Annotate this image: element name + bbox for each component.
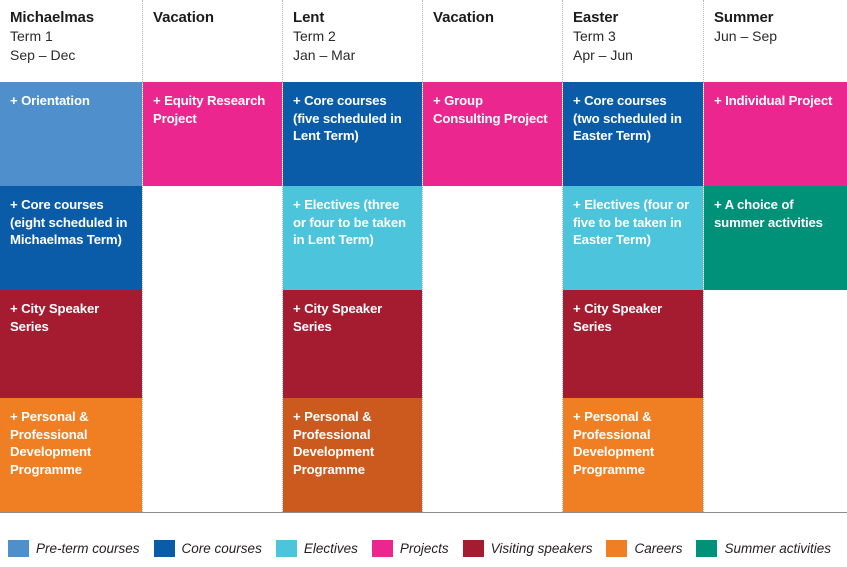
activity-cell-empty [704, 290, 847, 398]
legend-item-careers: Careers [606, 539, 683, 557]
activity-cell-projects[interactable]: + Individual Project [704, 82, 847, 186]
legend-swatch [153, 539, 175, 557]
activity-label: + Individual Project [714, 93, 833, 108]
calendar-column-5: + Individual Project + A choice of summer… [704, 82, 847, 512]
calendar-column-0: + Orientation + Core courses (eight sched… [0, 82, 143, 512]
activity-label: + Equity Research Project [153, 93, 266, 126]
activity-cell-electives[interactable]: + Electives (four or five to be taken in… [563, 186, 703, 290]
activity-cell-visiting-speakers[interactable]: + City Speaker Series [563, 290, 703, 398]
legend-label: Projects [399, 540, 449, 556]
legend-item-visiting-speakers: Visiting speakers [462, 539, 593, 557]
activity-label: + Core courses (five scheduled in Lent T… [293, 93, 402, 143]
activity-label: + Core courses (two scheduled in Easter … [573, 93, 682, 143]
calendar-header-row: Michaelmas Term 1 Sep – Dec Vacation Lent Ter… [0, 0, 847, 82]
activity-label: + Personal & Professional Development Pr… [293, 409, 375, 477]
activity-cell-empty [143, 290, 282, 398]
activity-label: + Personal & Professional Development Pr… [573, 409, 655, 477]
activity-cell-empty [143, 186, 282, 290]
term-name: Vacation [433, 9, 494, 26]
activity-label: + A choice of summer activities [714, 197, 823, 230]
legend: Pre-term courses Core courses Electives Pro… [8, 538, 845, 558]
activity-cell-core-courses[interactable]: + Core courses (two scheduled in Easter … [563, 82, 703, 186]
activity-label: + Personal & Professional Development Pr… [10, 409, 92, 477]
term-name: Summer [714, 9, 774, 26]
activity-cell-empty [423, 186, 562, 290]
term-name: Easter [573, 9, 619, 26]
activity-cell-empty [423, 398, 562, 512]
legend-swatch [462, 539, 484, 557]
legend-swatch [696, 539, 718, 557]
legend-label: Summer activities [724, 540, 831, 556]
term-name: Lent [293, 9, 325, 26]
term-number: Term 1 [10, 28, 53, 44]
legend-label: Careers [634, 540, 683, 556]
activity-label: + Electives (four or five to be taken in… [573, 197, 690, 247]
legend-item-core-courses: Core courses [153, 539, 262, 557]
activity-cell-empty [423, 290, 562, 398]
legend-swatch [8, 539, 29, 557]
header-cell-easter-4: Easter Term 3 Apr – Jun [563, 0, 704, 82]
calendar-grid-body: + Orientation + Core courses (eight sched… [0, 82, 847, 512]
term-number: Jun – Sep [714, 28, 778, 44]
legend-item-summer-activities: Summer activities [696, 539, 831, 557]
activity-cell-pre-term-courses[interactable]: + Orientation [0, 82, 142, 186]
header-cell-vacation-3: Vacation [423, 0, 563, 82]
calendar-column-2: + Core courses (five scheduled in Lent T… [283, 82, 423, 512]
calendar-column-3: + Group Consulting Project [423, 82, 563, 512]
legend-swatch [606, 539, 628, 557]
academic-year-calendar: Michaelmas Term 1 Sep – Dec Vacation Lent Ter… [0, 0, 847, 567]
header-cell-summer-5: Summer Jun – Sep [704, 0, 847, 82]
term-name: Michaelmas [10, 9, 95, 26]
activity-cell-visiting-speakers[interactable]: + City Speaker Series [0, 290, 142, 398]
legend-swatch [371, 539, 393, 557]
legend-label: Visiting speakers [490, 540, 593, 556]
activity-label: + Electives (three or four to be taken i… [293, 197, 406, 247]
legend-swatch [275, 539, 297, 557]
legend-label: Electives [303, 540, 358, 556]
activity-cell-visiting-speakers[interactable]: + City Speaker Series [283, 290, 422, 398]
legend-label: Pre-term courses [36, 540, 140, 556]
activity-label: + City Speaker Series [293, 301, 383, 334]
activity-cell-careers[interactable]: + Personal & Professional Development Pr… [0, 398, 142, 512]
activity-cell-summer-activities[interactable]: + A choice of summer activities [704, 186, 847, 290]
activity-cell-electives[interactable]: + Electives (three or four to be taken i… [283, 186, 422, 290]
legend-item-electives: Electives [275, 539, 358, 557]
calendar-column-4: + Core courses (two scheduled in Easter … [563, 82, 704, 512]
term-number: Term 3 [573, 28, 616, 44]
activity-label: + City Speaker Series [10, 301, 100, 334]
activity-label: + Core courses (eight scheduled in Micha… [10, 197, 128, 247]
header-cell-michaelmas-0: Michaelmas Term 1 Sep – Dec [0, 0, 143, 82]
term-name: Vacation [153, 9, 214, 26]
activity-cell-core-courses[interactable]: + Core courses (eight scheduled in Micha… [0, 186, 142, 290]
term-months: Jan – Mar [293, 47, 356, 63]
activity-cell-empty [143, 398, 282, 512]
legend-item-projects: Projects [371, 539, 449, 557]
legend-label: Core courses [181, 540, 262, 556]
activity-label: + Group Consulting Project [433, 93, 548, 126]
grid-bottom-divider [0, 512, 847, 513]
term-number: Term 2 [293, 28, 336, 44]
activity-cell-core-courses[interactable]: + Core courses (five scheduled in Lent T… [283, 82, 422, 186]
header-cell-vacation-1: Vacation [143, 0, 283, 82]
activity-cell-careers[interactable]: + Personal & Professional Development Pr… [563, 398, 703, 512]
term-months: Sep – Dec [10, 47, 76, 63]
activity-cell-projects[interactable]: + Group Consulting Project [423, 82, 562, 186]
header-cell-lent-2: Lent Term 2 Jan – Mar [283, 0, 423, 82]
activity-cell-projects[interactable]: + Equity Research Project [143, 82, 282, 186]
activity-cell-empty [704, 398, 847, 512]
activity-label: + City Speaker Series [573, 301, 663, 334]
activity-cell-careers[interactable]: + Personal & Professional Development Pr… [283, 398, 422, 512]
calendar-column-1: + Equity Research Project [143, 82, 283, 512]
legend-item-pre-term-courses: Pre-term courses [8, 539, 140, 557]
term-months: Apr – Jun [573, 47, 633, 63]
activity-label: + Orientation [10, 93, 90, 108]
